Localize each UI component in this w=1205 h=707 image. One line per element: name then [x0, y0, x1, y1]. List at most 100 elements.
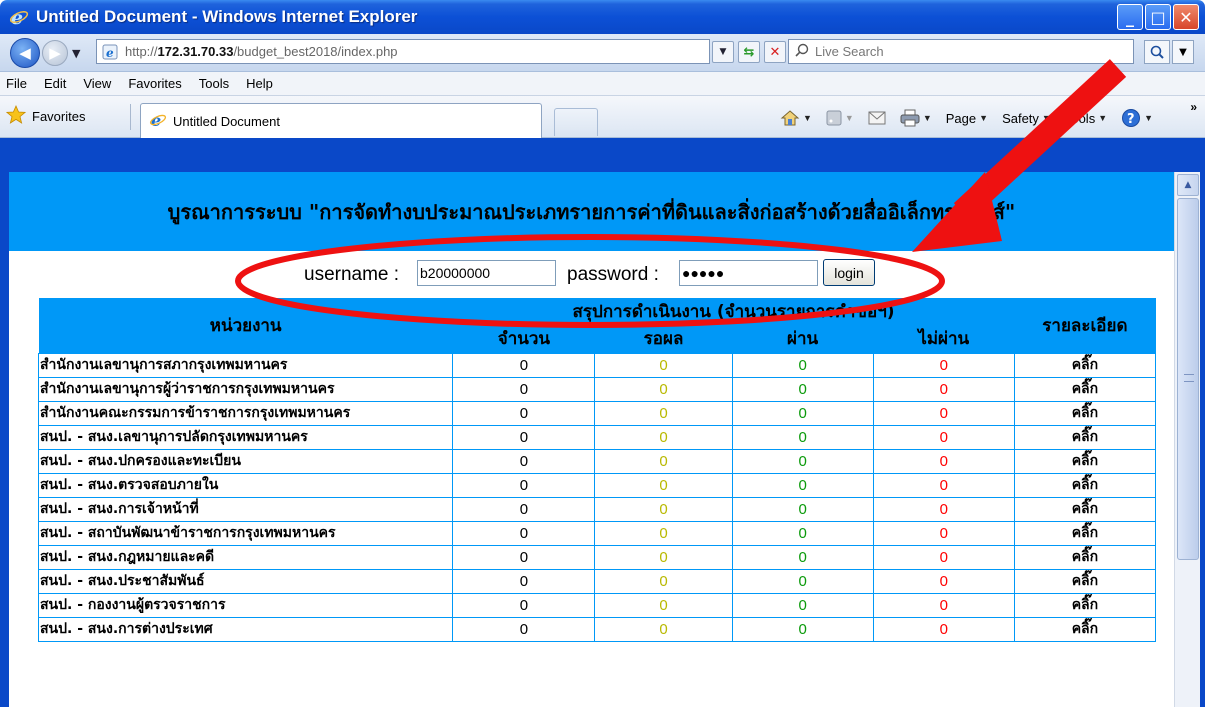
total-count: 0: [452, 496, 596, 522]
chevron-down-icon: ▼: [1179, 46, 1187, 58]
tab-untitled-document[interactable]: e Untitled Document: [140, 103, 542, 138]
detail-link[interactable]: คลิ๊ก: [1013, 496, 1157, 522]
menu-tools[interactable]: Tools: [199, 76, 229, 91]
minimize-button[interactable]: _: [1117, 4, 1143, 30]
pending-count: 0: [594, 424, 733, 450]
column-header-total: จำนวน: [452, 325, 595, 353]
chevron-down-icon: ▼: [979, 113, 989, 123]
refresh-button[interactable]: ⇆: [738, 41, 760, 63]
unit-name: สนป. - สนง.การต่างประเทศ: [37, 616, 454, 642]
svg-text:?: ?: [1127, 112, 1135, 127]
column-header-fail: ไม่ผ่าน: [873, 325, 1015, 353]
table-row: สำนักงานเลขานุการผู้ว่าราชการกรุงเทพมหาน…: [37, 376, 1157, 402]
unit-name: สำนักงานคณะกรรมการข้าราชการกรุงเทพมหานคร: [37, 400, 454, 426]
menu-help[interactable]: Help: [246, 76, 273, 91]
login-form: username : password : login: [9, 258, 1174, 292]
vertical-scrollbar[interactable]: ▲: [1174, 172, 1200, 707]
url-prefix: http://: [125, 44, 158, 59]
menu-file[interactable]: File: [6, 76, 27, 91]
pass-count: 0: [731, 592, 874, 618]
favorites-label: Favorites: [32, 108, 86, 124]
detail-link[interactable]: คลิ๊ก: [1013, 568, 1157, 594]
detail-link[interactable]: คลิ๊ก: [1013, 352, 1157, 378]
maximize-button[interactable]: □: [1145, 4, 1171, 30]
arrow-right-icon: ▶: [49, 44, 61, 62]
address-dropdown-button[interactable]: ▼: [712, 41, 734, 63]
mail-icon: [868, 111, 886, 125]
detail-link[interactable]: คลิ๊ก: [1013, 616, 1157, 642]
pending-count: 0: [594, 592, 733, 618]
feeds-button[interactable]: ▼: [826, 110, 854, 126]
pass-count: 0: [731, 496, 874, 522]
detail-link[interactable]: คลิ๊ก: [1013, 448, 1157, 474]
pending-count: 0: [594, 568, 733, 594]
pending-count: 0: [594, 520, 733, 546]
pending-count: 0: [594, 544, 733, 570]
url-host: 172.31.70.33: [157, 44, 234, 59]
pending-count: 0: [594, 448, 733, 474]
detail-link[interactable]: คลิ๊ก: [1013, 400, 1157, 426]
address-input[interactable]: e http://172.31.70.33/budget_best2018/in…: [96, 39, 710, 64]
detail-link[interactable]: คลิ๊ก: [1013, 376, 1157, 402]
star-icon: [5, 104, 27, 127]
print-button[interactable]: ▼: [900, 109, 932, 127]
pass-count: 0: [731, 448, 874, 474]
menu-favorites[interactable]: Favorites: [128, 76, 181, 91]
home-button[interactable]: ▼: [780, 109, 812, 127]
search-options-button[interactable]: ▼: [1172, 40, 1194, 64]
detail-link[interactable]: คลิ๊ก: [1013, 544, 1157, 570]
password-input[interactable]: [679, 260, 818, 286]
menu-edit[interactable]: Edit: [44, 76, 66, 91]
pass-count: 0: [731, 376, 874, 402]
ie-logo-icon: e: [8, 6, 30, 28]
search-input[interactable]: Live Search: [788, 39, 1134, 64]
favorites-button[interactable]: Favorites: [5, 104, 86, 127]
page-menu-button[interactable]: Page ▼: [946, 111, 988, 126]
rss-icon: [826, 110, 842, 126]
scrollbar-thumb[interactable]: [1177, 198, 1199, 560]
detail-link[interactable]: คลิ๊ก: [1013, 472, 1157, 498]
window-frame-left: [0, 138, 9, 707]
scroll-up-button[interactable]: ▲: [1177, 174, 1199, 196]
menu-view[interactable]: View: [83, 76, 111, 91]
detail-link[interactable]: คลิ๊ก: [1013, 520, 1157, 546]
help-button[interactable]: ? ▼: [1121, 108, 1153, 128]
new-tab-button[interactable]: [554, 108, 598, 136]
forward-button[interactable]: ▶: [42, 40, 68, 66]
table-row: สนป. - สนง.เลขานุการปลัดกรุงเทพมหานคร 0 …: [37, 424, 1157, 450]
history-dropdown-icon[interactable]: ▼: [72, 47, 80, 60]
search-go-button[interactable]: [1144, 40, 1170, 64]
window-title: Untitled Document - Windows Internet Exp…: [36, 7, 418, 26]
detail-link[interactable]: คลิ๊ก: [1013, 424, 1157, 450]
menu-bar: File Edit View Favorites Tools Help: [0, 72, 1205, 96]
favorites-bar: Favorites e Untitled Document ▼ ▼ ▼ Page…: [0, 96, 1205, 138]
stop-button[interactable]: ✕: [764, 41, 786, 63]
page-menu-label: Page: [945, 110, 977, 126]
arrow-left-icon: ◀: [19, 44, 31, 62]
read-mail-button[interactable]: [868, 111, 886, 125]
fail-count: 0: [872, 616, 1015, 642]
close-window-button[interactable]: ✕: [1173, 4, 1199, 30]
tools-menu-button[interactable]: Tools ▼: [1065, 111, 1107, 126]
more-commands-icon[interactable]: »: [1190, 100, 1197, 114]
safety-menu-button[interactable]: Safety ▼: [1002, 111, 1051, 126]
pass-count: 0: [731, 352, 874, 378]
total-count: 0: [452, 400, 596, 426]
fail-count: 0: [872, 352, 1015, 378]
tab-title: Untitled Document: [173, 113, 280, 129]
column-header-summary: สรุปการดำเนินงาน (จำนวนรายการคำขอฯ): [452, 298, 1015, 325]
window-frame-right: [1200, 138, 1205, 707]
fail-count: 0: [872, 568, 1015, 594]
column-header-pending: รอผล: [594, 325, 733, 353]
safety-menu-label: Safety: [1002, 110, 1039, 126]
detail-link[interactable]: คลิ๊ก: [1013, 592, 1157, 618]
back-button[interactable]: ◀: [10, 38, 40, 68]
address-toolbar: ◀ ▶ ▼ e http://172.31.70.33/budget_best2…: [0, 34, 1205, 72]
pending-count: 0: [594, 352, 733, 378]
username-input[interactable]: [417, 260, 556, 286]
total-count: 0: [452, 448, 596, 474]
login-button[interactable]: login: [823, 259, 875, 286]
pending-count: 0: [594, 472, 733, 498]
maximize-icon: □: [1150, 7, 1166, 27]
chevron-down-icon: ▼: [719, 47, 727, 57]
